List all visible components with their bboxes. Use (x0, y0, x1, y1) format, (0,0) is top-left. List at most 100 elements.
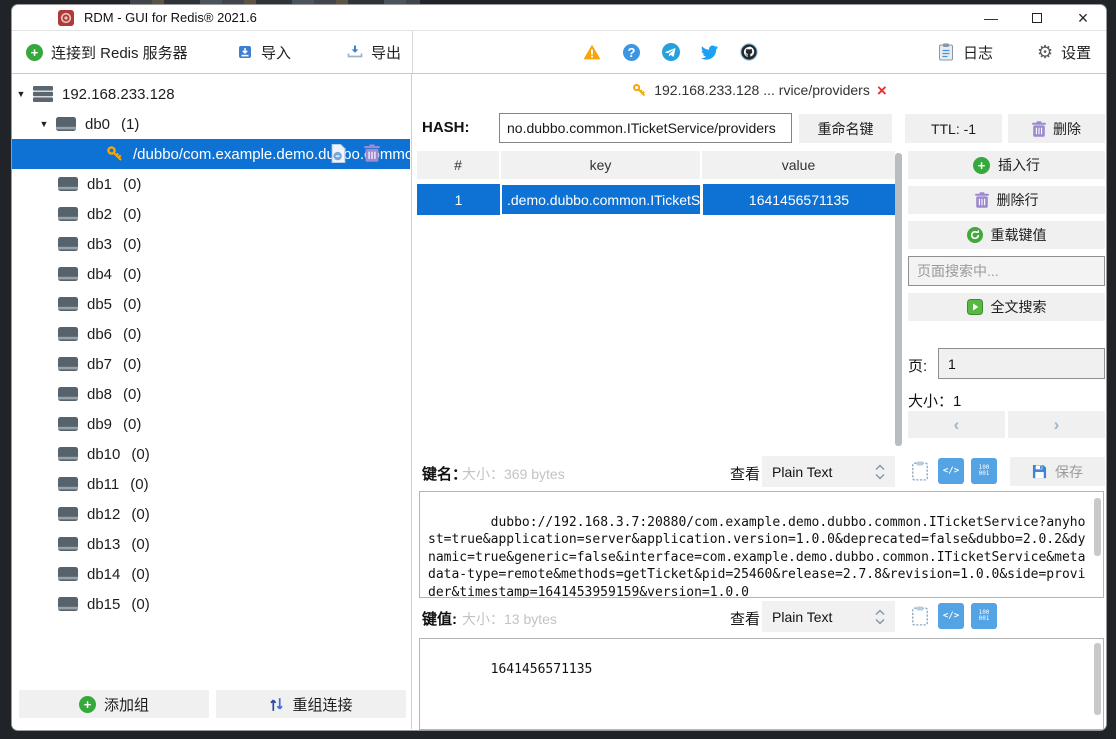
db-count: (0) (131, 506, 149, 523)
log-button[interactable]: 日志 (937, 31, 993, 73)
key-name-input[interactable] (499, 113, 792, 143)
help-button[interactable]: ? (623, 31, 640, 73)
maximize-button[interactable] (1014, 5, 1060, 31)
column-header-value[interactable]: value (702, 151, 895, 179)
key-name-content[interactable]: dubbo://192.168.3.7:20880/com.example.de… (419, 491, 1104, 598)
database-icon (58, 177, 78, 191)
save-button[interactable]: 保存 (1010, 457, 1105, 486)
column-header-key[interactable]: key (501, 151, 700, 179)
tree-key-row-selected[interactable]: /dubbo/com.example.demo.dubbo.common.ITi… (12, 139, 410, 169)
db-count: (0) (123, 356, 141, 373)
tree-db-row[interactable]: db9(0) (12, 409, 410, 439)
tree-db-row[interactable]: db3(0) (12, 229, 410, 259)
save-label: 保存 (1055, 462, 1083, 482)
tree-db-row[interactable]: db4(0) (12, 259, 410, 289)
tree-db0-row[interactable]: ▼ db0 (1) (12, 109, 410, 139)
settings-button[interactable]: ⚙ 设置 (1037, 31, 1091, 73)
warning-indicator[interactable] (583, 31, 601, 73)
import-button[interactable]: 导入 (237, 31, 291, 73)
export-label: 导出 (371, 42, 401, 63)
fulltext-search-button[interactable]: 全文搜索 (908, 293, 1105, 321)
tree-db-row[interactable]: db8(0) (12, 379, 410, 409)
toolbar-divider (412, 31, 413, 73)
delete-row-button[interactable]: 删除行 (908, 186, 1105, 214)
insert-row-button[interactable]: + 插入行 (908, 151, 1105, 179)
reload-value-button[interactable]: 重载键值 (908, 221, 1105, 249)
key-name-size: 大小：369 bytes (462, 464, 565, 484)
db-label: db7 (87, 356, 112, 373)
key-value-content[interactable]: 1641456571135 (419, 638, 1104, 730)
connection-tree: ▼ 192.168.233.128 ▼ db0 (1) (12, 79, 410, 619)
tree-db-row[interactable]: db11(0) (12, 469, 410, 499)
github-button[interactable] (740, 31, 758, 73)
db-count: (0) (123, 236, 141, 253)
paste-button[interactable] (907, 603, 933, 629)
twitter-button[interactable] (701, 31, 719, 73)
binary-view-button[interactable]: 100001 (971, 458, 997, 484)
copy-link-icon[interactable] (330, 144, 347, 163)
add-group-button[interactable]: + 添加组 (19, 690, 209, 718)
tree-db-row[interactable]: db10(0) (12, 439, 410, 469)
editor-tab[interactable]: 192.168.233.128 ... rvice/providers × (413, 74, 1106, 106)
tree-db-row[interactable]: db7 (0) (12, 349, 410, 379)
tree-db-row[interactable]: db14(0) (12, 559, 410, 589)
tree-db-row[interactable]: db15(0) (12, 589, 410, 619)
db-count: (0) (123, 326, 141, 343)
scrollbar-thumb[interactable] (895, 153, 902, 446)
delete-key-icon[interactable] (364, 144, 380, 162)
import-icon (237, 44, 253, 60)
ttl-button[interactable]: TTL: -1 (905, 114, 1002, 143)
titlebar: RDM - GUI for Redis® 2021.6 — × (12, 5, 1106, 31)
settings-label: 设置 (1061, 42, 1091, 63)
db-count: (0) (131, 536, 149, 553)
minimize-button[interactable]: — (968, 5, 1014, 31)
help-icon: ? (623, 44, 640, 61)
table-row-value[interactable]: 1641456571135 (703, 184, 895, 215)
page-search-input[interactable] (908, 256, 1105, 286)
view-format-value: Plain Text (772, 609, 832, 625)
tree-db-row[interactable]: db1(0) (12, 169, 410, 199)
delete-key-button[interactable]: 删除 (1008, 114, 1105, 143)
regroup-connections-button[interactable]: 重组连接 (216, 690, 406, 718)
tree-db-row[interactable]: db12(0) (12, 499, 410, 529)
tab-close-icon[interactable]: × (877, 82, 887, 99)
code-view-button[interactable]: </> (938, 603, 964, 629)
tree-db-row[interactable]: db5(0) (12, 289, 410, 319)
tree-db-row[interactable]: db2(0) (12, 199, 410, 229)
export-button[interactable]: 导出 (347, 31, 401, 73)
page-label: 页: (908, 355, 927, 376)
key-value-toolbar: 键值: 大小：13 bytes 查看 Plain Text (413, 601, 1106, 634)
view-format-dropdown[interactable]: Plain Text (762, 601, 895, 632)
connect-server-button[interactable]: + 连接到 Redis 服务器 (26, 31, 188, 73)
prev-page-button[interactable]: ‹ (908, 411, 1005, 438)
view-format-dropdown[interactable]: Plain Text (762, 456, 895, 487)
table-row-key[interactable]: .demo.dubbo.common.ITicketS (501, 184, 701, 215)
tree-server-row[interactable]: ▼ 192.168.233.128 (12, 79, 410, 109)
scrollbar-thumb[interactable] (1094, 498, 1101, 556)
window-title: RDM - GUI for Redis® 2021.6 (84, 10, 257, 25)
paste-button[interactable] (907, 458, 933, 484)
tree-db-row[interactable]: db13(0) (12, 529, 410, 559)
expand-arrow-icon[interactable]: ▼ (38, 119, 50, 129)
expand-arrow-icon[interactable]: ▼ (15, 89, 27, 99)
next-page-button[interactable]: › (1008, 411, 1105, 438)
code-view-button[interactable]: </> (938, 458, 964, 484)
key-value-label: 键值: (422, 608, 457, 629)
rename-key-button[interactable]: 重命名键 (799, 114, 892, 143)
db-label: db8 (87, 386, 112, 403)
binary-view-button[interactable]: 100001 (971, 603, 997, 629)
toolbar: + 连接到 Redis 服务器 导入 导出 (12, 31, 1106, 74)
page-number-input[interactable] (938, 348, 1105, 379)
clipboard-icon (911, 461, 929, 481)
scrollbar-thumb[interactable] (1094, 643, 1101, 715)
view-label: 查看 (730, 463, 760, 484)
telegram-button[interactable] (662, 31, 680, 73)
column-header-index[interactable]: # (417, 151, 499, 179)
code-icon: </> (943, 611, 959, 621)
close-button[interactable]: × (1060, 5, 1106, 31)
tree-db-row[interactable]: db6(0) (12, 319, 410, 349)
database-icon (58, 297, 78, 311)
table-row-index[interactable]: 1 (417, 184, 500, 215)
db-count: (0) (131, 596, 149, 613)
table-scrollbar[interactable] (895, 153, 902, 446)
